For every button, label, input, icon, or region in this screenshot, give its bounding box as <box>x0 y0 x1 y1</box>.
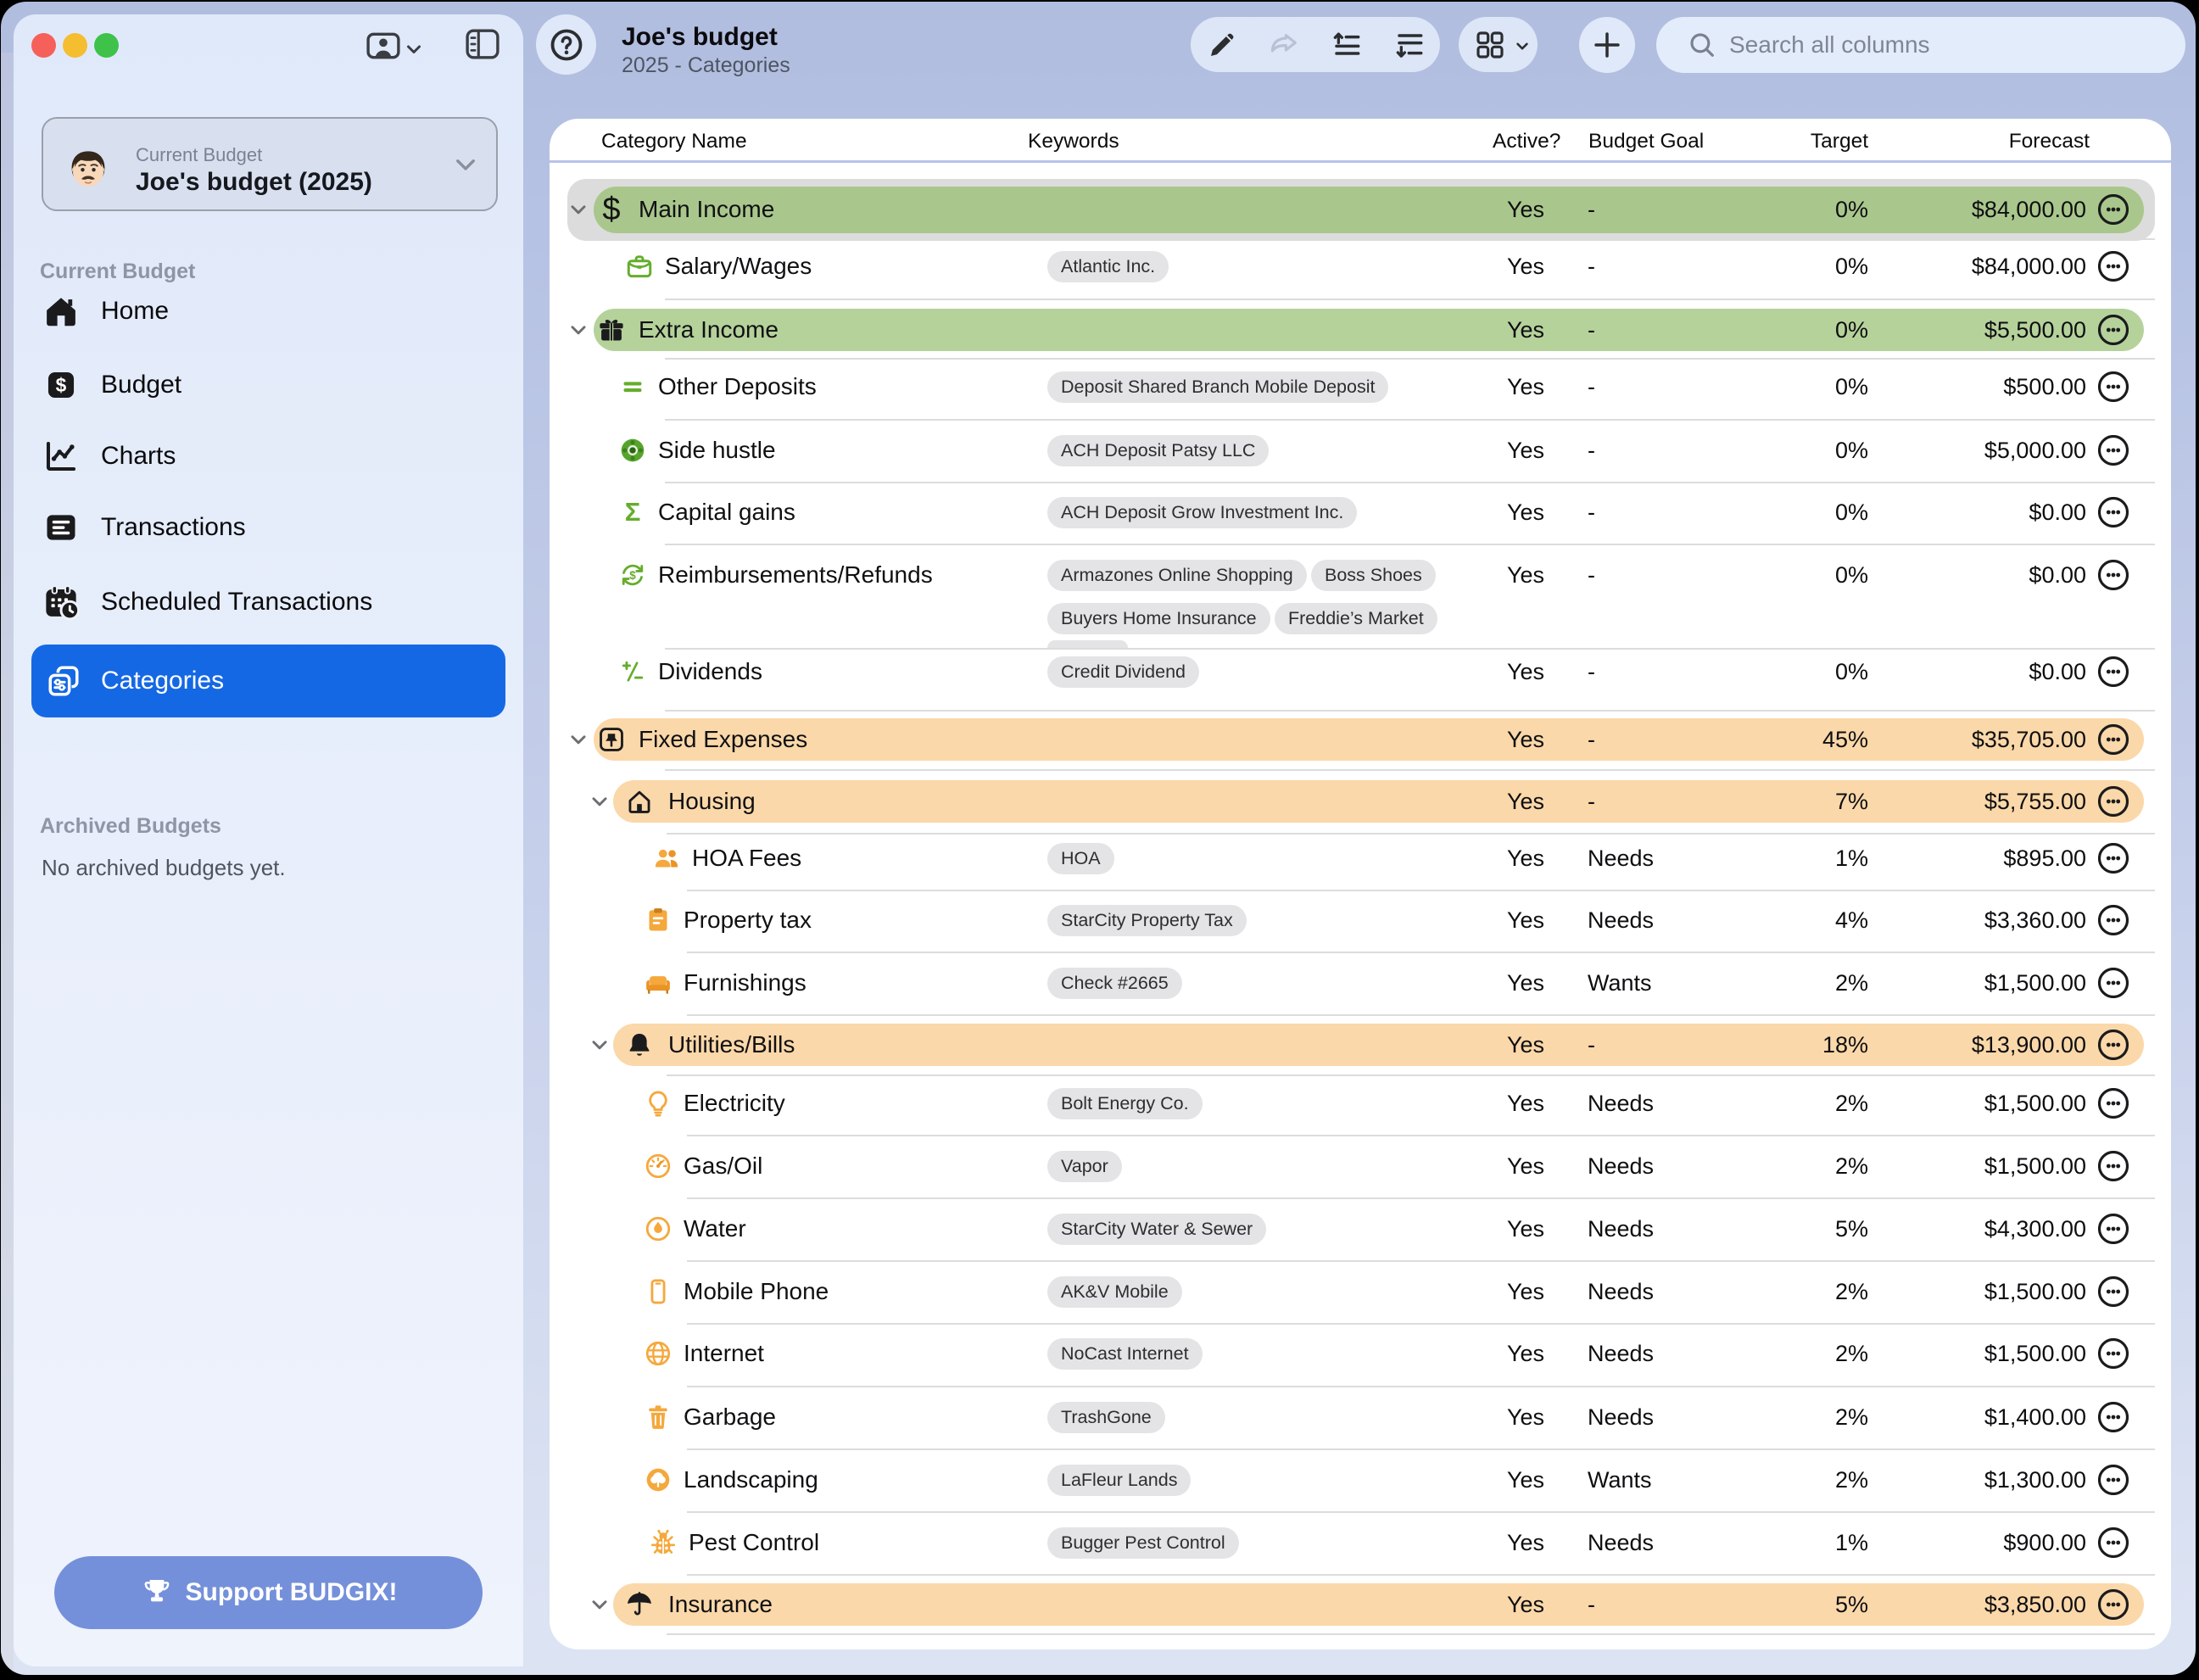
svg-text:$: $ <box>629 569 636 582</box>
svg-text:$: $ <box>56 374 67 396</box>
